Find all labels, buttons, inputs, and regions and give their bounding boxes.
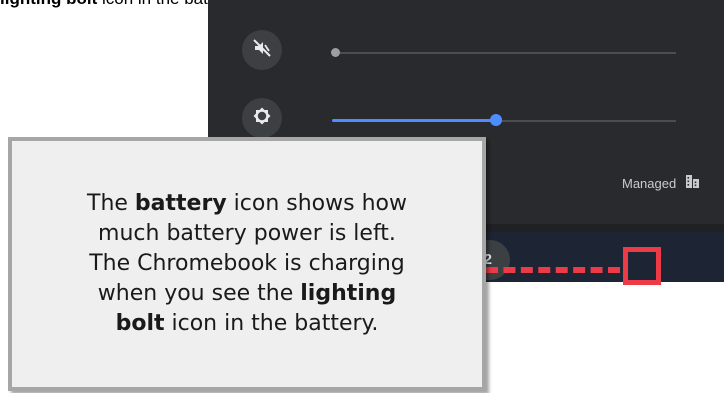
callout-line1-post: icon shows how bbox=[226, 191, 407, 216]
brightness-icon bbox=[252, 106, 272, 130]
brightness-button[interactable] bbox=[242, 98, 282, 138]
callout-connector-line bbox=[486, 267, 620, 273]
brightness-slider[interactable] bbox=[332, 119, 496, 122]
caption-bold-lighting: lighting bbox=[0, 0, 61, 8]
callout-line4-pre: when you see the bbox=[97, 281, 301, 306]
brightness-slider-thumb[interactable] bbox=[490, 114, 502, 126]
managed-label: Managed bbox=[622, 175, 677, 191]
top-caption: lighting bolt icon in the battery. bbox=[0, 0, 240, 9]
volume-slider-thumb[interactable] bbox=[331, 48, 340, 57]
caption-bold-bolt: bolt bbox=[66, 0, 97, 8]
callout-line-1: The battery icon shows how bbox=[87, 189, 407, 219]
volume-muted-icon bbox=[252, 38, 272, 62]
callout-line-3: The Chromebook is charging bbox=[89, 251, 405, 276]
callout-line5-bold: bolt bbox=[115, 311, 165, 336]
callout-line-2: much battery power is left. bbox=[98, 221, 396, 246]
callout-line1-pre: The bbox=[87, 191, 135, 216]
callout-line4-bold: lighting bbox=[300, 281, 397, 306]
managed-building-icon bbox=[685, 174, 700, 192]
callout-box: The battery icon shows how much battery … bbox=[8, 137, 486, 391]
callout-line-4: when you see the lighting bbox=[98, 279, 396, 309]
callout-line-5: bolt icon in the battery. bbox=[116, 309, 379, 339]
battery-highlight-box bbox=[623, 247, 661, 285]
volume-muted-button[interactable] bbox=[242, 30, 282, 70]
callout-line1-bold: battery bbox=[134, 191, 227, 216]
callout-line5-post: icon in the battery. bbox=[164, 311, 379, 336]
managed-indicator[interactable]: Managed bbox=[622, 174, 700, 192]
volume-slider[interactable] bbox=[334, 52, 676, 54]
